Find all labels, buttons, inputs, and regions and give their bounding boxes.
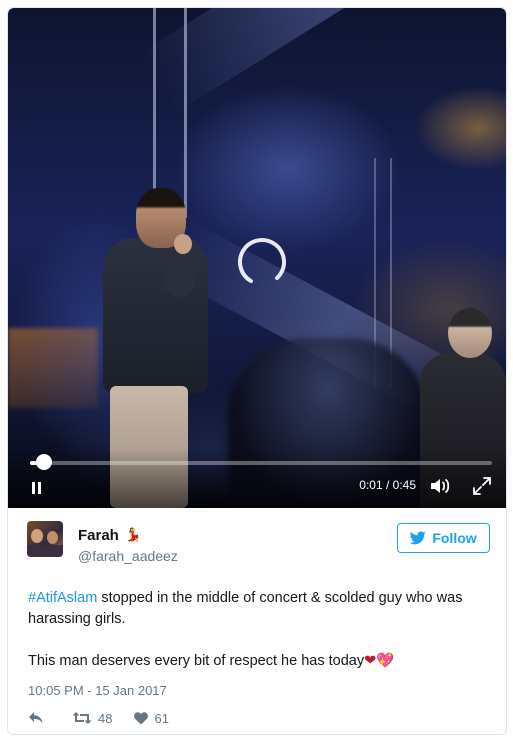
tweet-timestamp[interactable]: 10:05 PM - 15 Jan 2017 bbox=[28, 683, 167, 698]
retweet-icon bbox=[72, 712, 92, 724]
volume-button[interactable] bbox=[428, 474, 454, 498]
author-handle[interactable]: @farah_aadeez bbox=[78, 548, 178, 564]
tweet-text-paragraph: #AtifAslam stopped in the middle of conc… bbox=[28, 588, 490, 630]
tweet-card: 0:01 / 0:45 Farah 💃 @farah_aadeez Follow bbox=[7, 7, 507, 735]
follow-button[interactable]: Follow bbox=[397, 523, 490, 553]
twitter-bird-icon bbox=[410, 531, 427, 545]
pause-button[interactable] bbox=[24, 476, 48, 500]
loading-spinner-icon bbox=[238, 238, 286, 286]
retweet-button[interactable]: 48 bbox=[72, 711, 112, 726]
reply-icon bbox=[29, 712, 43, 724]
volume-icon bbox=[431, 479, 450, 493]
tweet-actions: 48 61 bbox=[28, 708, 191, 728]
hashtag-link[interactable]: #AtifAslam bbox=[28, 590, 97, 606]
author-name-emoji: 💃 bbox=[125, 527, 142, 542]
tweet-text-emojis: ❤💖 bbox=[364, 653, 395, 669]
fullscreen-button[interactable] bbox=[470, 474, 494, 498]
video-progress-bar[interactable] bbox=[30, 461, 492, 465]
heart-icon bbox=[134, 711, 149, 724]
like-button[interactable]: 61 bbox=[134, 710, 169, 726]
video-scrubber-handle[interactable] bbox=[35, 454, 52, 470]
reply-button[interactable] bbox=[28, 711, 50, 725]
author-name[interactable]: Farah bbox=[78, 527, 119, 544]
stage-truss bbox=[153, 8, 187, 218]
tweet-text-line2: This man deserves every bit of respect h… bbox=[28, 653, 365, 669]
fullscreen-icon bbox=[473, 477, 491, 495]
tweet-text-paragraph: This man deserves every bit of respect h… bbox=[28, 651, 490, 672]
video-time-display: 0:01 / 0:45 bbox=[359, 478, 416, 492]
follow-button-label: Follow bbox=[432, 530, 477, 546]
tweet-text: #AtifAslam stopped in the middle of conc… bbox=[28, 588, 490, 672]
pause-icon bbox=[30, 482, 42, 494]
crowd-person-head bbox=[448, 308, 492, 358]
stage-light-beam bbox=[139, 8, 506, 113]
like-count: 61 bbox=[154, 710, 169, 726]
singer-mic-hand bbox=[174, 234, 192, 254]
retweet-count: 48 bbox=[98, 710, 113, 726]
avatar[interactable] bbox=[27, 521, 63, 557]
stage-light bbox=[8, 328, 98, 408]
video-player[interactable]: 0:01 / 0:45 bbox=[8, 8, 506, 508]
